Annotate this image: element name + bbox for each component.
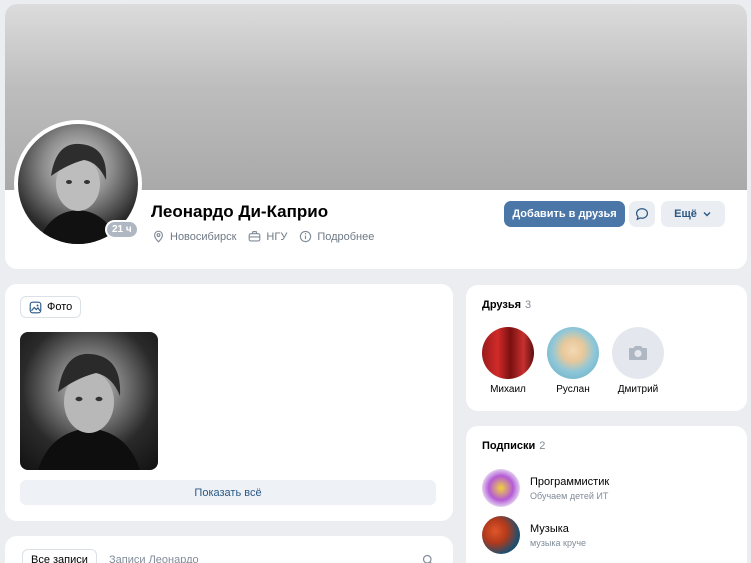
subscription-avatar[interactable]: [482, 469, 520, 507]
tab-own-posts[interactable]: Записи Леонардо: [109, 554, 199, 563]
friend-avatar[interactable]: [612, 327, 664, 379]
subscription-item[interactable]: Программистик Обучаем детей ИТ: [482, 469, 609, 507]
subscription-name[interactable]: Музыка: [530, 523, 586, 535]
subscription-name[interactable]: Программистик: [530, 476, 609, 488]
subscription-item[interactable]: Музыка музыка круче: [482, 516, 586, 554]
city-info: Новосибирск: [152, 230, 236, 243]
more-button-label: Ещё: [674, 208, 697, 220]
photos-card: Фото Показать всё: [5, 284, 453, 521]
subscriptions-count: 2: [539, 440, 546, 452]
city-text: Новосибирск: [170, 230, 237, 243]
camera-icon: [629, 346, 647, 360]
profile-meta: Новосибирск НГУ Подробнее: [152, 230, 374, 243]
friend-name[interactable]: Руслан: [543, 384, 603, 395]
education-info[interactable]: НГУ: [248, 230, 287, 243]
chat-icon: [635, 208, 649, 221]
friend-name[interactable]: Михаил: [478, 384, 538, 395]
image-icon: [29, 301, 42, 313]
subscription-description: музыка круче: [530, 537, 587, 548]
subscriptions-card: Подписки 2 Программистик Обучаем детей ИТ…: [466, 426, 747, 563]
friends-header[interactable]: Друзья 3: [482, 299, 531, 311]
wall-card: Все записи Записи Леонардо: [5, 536, 453, 563]
search-icon[interactable]: [422, 554, 434, 563]
more-info-link[interactable]: Подробнее: [299, 230, 374, 243]
friend-avatar[interactable]: [482, 327, 534, 379]
tab-all-posts[interactable]: Все записи: [22, 549, 97, 563]
more-info-text: Подробнее: [317, 230, 375, 243]
last-seen-text: 21 ч: [107, 222, 137, 237]
education-text: НГУ: [266, 230, 288, 243]
show-all-button[interactable]: Показать всё: [20, 480, 436, 505]
message-button[interactable]: [629, 201, 655, 227]
friends-title: Друзья: [482, 299, 522, 311]
friends-card: Друзья 3 Михаил Руслан Дмитрий: [466, 285, 747, 411]
add-friend-button[interactable]: Добавить в друзья: [504, 201, 625, 227]
chevron-down-icon: [703, 212, 711, 217]
photo-portrait: [38, 353, 140, 470]
friend-item[interactable]: Руслан: [543, 327, 603, 395]
friends-count: 3: [525, 299, 532, 311]
friend-name[interactable]: Дмитрий: [608, 384, 668, 395]
friend-avatar[interactable]: [547, 327, 599, 379]
friend-item[interactable]: Михаил: [478, 327, 538, 395]
photo-thumbnail[interactable]: [20, 332, 158, 470]
location-icon: [154, 230, 163, 243]
profile-name: Леонардо Ди-Каприо: [151, 202, 329, 221]
photos-tab[interactable]: Фото: [20, 296, 82, 318]
photos-tab-label: Фото: [47, 301, 73, 313]
friend-item[interactable]: Дмитрий: [608, 327, 668, 395]
last-seen-badge: 21 ч: [105, 220, 139, 239]
subscriptions-title: Подписки: [482, 440, 536, 452]
subscription-description: Обучаем детей ИТ: [530, 490, 609, 501]
briefcase-icon: [249, 231, 261, 242]
info-icon: [300, 230, 312, 243]
subscriptions-header[interactable]: Подписки 2: [482, 440, 545, 452]
subscription-avatar[interactable]: [482, 516, 520, 554]
more-button[interactable]: Ещё: [661, 201, 725, 227]
